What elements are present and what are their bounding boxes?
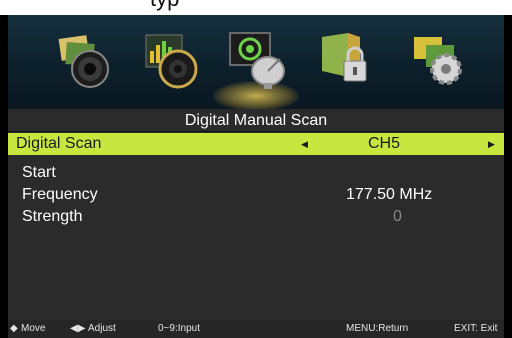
panel-title: Digital Manual Scan [8,111,504,132]
lock-icon-graphic [322,33,367,82]
strength-value: 0 [393,208,402,225]
channel-icon[interactable] [224,27,292,95]
exit-hint: EXIT: Exit [454,323,498,334]
left-arrow-icon[interactable]: ◀ [301,133,308,155]
adjust-icon: ◀▶ [70,323,86,334]
lock-icon[interactable] [314,27,382,95]
sound-icon-graphic [145,34,198,89]
adjust-hint: Adjust [88,323,116,334]
menu-icon-bar [8,15,504,111]
right-arrow-icon[interactable]: ▶ [488,133,495,155]
top-crop-fragment: typ [0,0,512,15]
help-bar: ◆ Move ◀▶ Adjust 0~9:Input MENU:Return E… [8,320,504,338]
frequency-label: Frequency [22,186,98,203]
strength-label: Strength [22,208,83,225]
channel-icon-graphic [229,32,285,89]
input-hint: 0~9:Input [158,323,200,334]
menu-return-hint: MENU:Return [346,323,409,334]
picture-icon-graphic [58,35,109,88]
tv-osd-menu: Digital Manual Scan Digital Scan ◀ CH5 ▶… [0,15,512,338]
start-button[interactable]: Start [22,163,56,183]
picture-icon[interactable] [50,27,118,95]
digital-scan-label: Digital Scan [16,135,102,152]
digital-scan-row[interactable]: Digital Scan ◀ CH5 ▶ [8,133,504,155]
cropped-text-fragment: typ [150,0,179,12]
sound-icon[interactable] [138,27,206,95]
move-icon: ◆ [10,323,18,334]
scan-panel: Digital Manual Scan Digital Scan ◀ CH5 ▶… [8,109,504,338]
move-hint: Move [21,323,46,334]
setup-icon-graphic [414,37,462,85]
channel-value: CH5 [368,135,401,152]
setup-icon[interactable] [404,27,472,95]
frequency-value: 177.50 MHz [346,186,433,203]
